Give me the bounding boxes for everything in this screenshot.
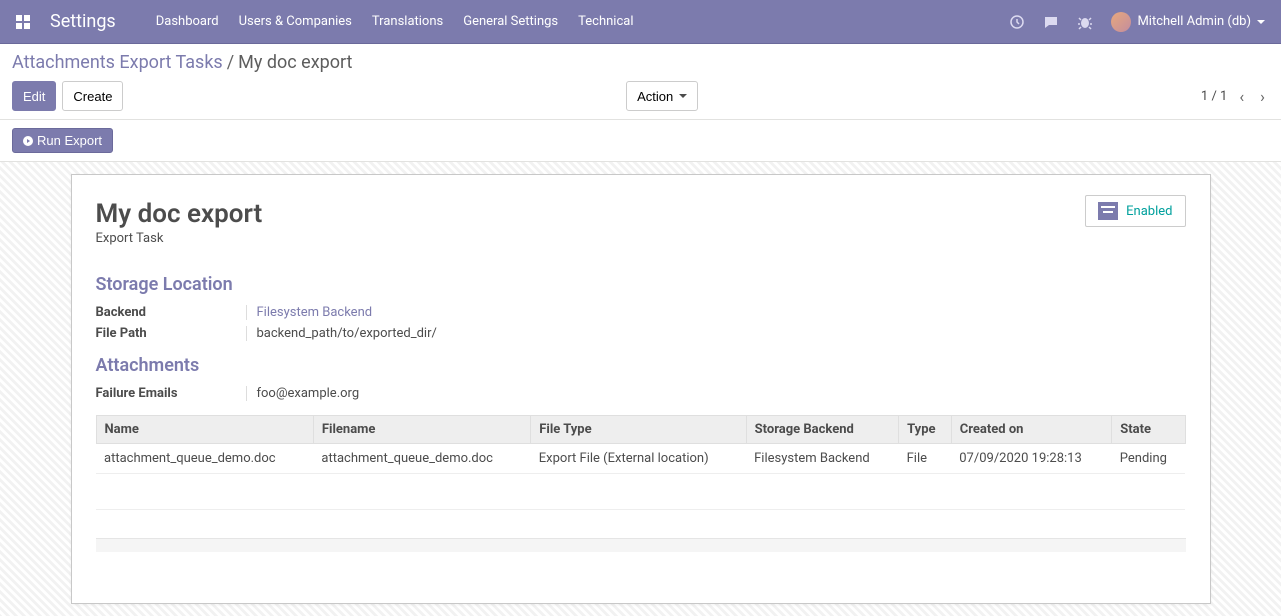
table-header-row: Name Filename File Type Storage Backend … xyxy=(96,416,1185,444)
col-state[interactable]: State xyxy=(1112,416,1185,444)
breadcrumb-separator: / xyxy=(227,52,234,73)
backend-value[interactable]: Filesystem Backend xyxy=(246,305,373,320)
filepath-value: backend_path/to/exported_dir/ xyxy=(246,326,437,341)
breadcrumb: Attachments Export Tasks / My doc export xyxy=(12,52,1269,73)
filepath-label: File Path xyxy=(96,326,246,341)
edit-button[interactable]: Edit xyxy=(12,81,56,111)
col-name[interactable]: Name xyxy=(96,416,313,444)
failure-emails-value: foo@example.org xyxy=(246,386,360,401)
nav-link-users-companies[interactable]: Users & Companies xyxy=(239,14,352,29)
nav-link-general-settings[interactable]: General Settings xyxy=(463,14,558,29)
run-export-label: Run Export xyxy=(37,133,102,148)
status-badge[interactable]: Enabled xyxy=(1085,195,1185,227)
attachments-table: Name Filename File Type Storage Backend … xyxy=(96,415,1186,510)
pager-next[interactable]: › xyxy=(1256,87,1269,106)
table-footer-bar xyxy=(96,538,1186,552)
failure-emails-label: Failure Emails xyxy=(96,386,246,401)
nav-right: Mitchell Admin (db) xyxy=(1009,12,1265,32)
nav-links: Dashboard Users & Companies Translations… xyxy=(156,14,634,29)
cell-name: attachment_queue_demo.doc xyxy=(96,444,313,474)
table-row[interactable]: attachment_queue_demo.doc attachment_que… xyxy=(96,444,1185,474)
status-bar: Run Export xyxy=(0,120,1281,162)
messaging-icon[interactable] xyxy=(1043,14,1059,30)
create-button[interactable]: Create xyxy=(62,81,123,111)
nav-link-dashboard[interactable]: Dashboard xyxy=(156,14,219,29)
cell-type: File xyxy=(899,444,952,474)
status-text: Enabled xyxy=(1126,204,1172,219)
cell-state: Pending xyxy=(1112,444,1185,474)
action-label: Action xyxy=(637,89,673,104)
col-created-on[interactable]: Created on xyxy=(951,416,1112,444)
avatar xyxy=(1111,12,1131,32)
col-filename[interactable]: Filename xyxy=(313,416,530,444)
record-title: My doc export xyxy=(96,199,1186,229)
col-file-type[interactable]: File Type xyxy=(531,416,746,444)
chevron-down-icon xyxy=(1257,20,1265,24)
nav-link-translations[interactable]: Translations xyxy=(372,14,443,29)
breadcrumb-current: My doc export xyxy=(238,52,352,73)
run-export-button[interactable]: Run Export xyxy=(12,128,113,153)
play-icon xyxy=(23,136,33,146)
chevron-down-icon xyxy=(679,94,687,98)
apps-icon[interactable] xyxy=(16,15,30,29)
nav-link-technical[interactable]: Technical xyxy=(578,14,633,29)
pager-prev[interactable]: ‹ xyxy=(1235,87,1248,106)
cell-file-type: Export File (External location) xyxy=(531,444,746,474)
action-dropdown[interactable]: Action xyxy=(626,81,698,111)
top-navbar: Settings Dashboard Users & Companies Tra… xyxy=(0,0,1281,44)
section-storage-location: Storage Location xyxy=(96,274,1186,295)
user-menu[interactable]: Mitchell Admin (db) xyxy=(1111,12,1265,32)
archive-icon xyxy=(1098,202,1118,220)
user-name: Mitchell Admin (db) xyxy=(1137,14,1251,29)
record-subtitle: Export Task xyxy=(96,231,1186,246)
col-storage-backend[interactable]: Storage Backend xyxy=(746,416,898,444)
backend-label: Backend xyxy=(96,305,246,320)
control-panel: Attachments Export Tasks / My doc export… xyxy=(0,44,1281,120)
section-attachments: Attachments xyxy=(96,355,1186,376)
cell-filename: attachment_queue_demo.doc xyxy=(313,444,530,474)
pager-text: 1 / 1 xyxy=(1201,89,1227,104)
debug-icon[interactable] xyxy=(1077,14,1093,30)
clock-icon[interactable] xyxy=(1009,14,1025,30)
cell-storage-backend: Filesystem Backend xyxy=(746,444,898,474)
cell-created-on: 07/09/2020 19:28:13 xyxy=(951,444,1112,474)
table-empty-row xyxy=(96,474,1185,510)
form-background: Enabled My doc export Export Task Storag… xyxy=(0,162,1281,616)
form-sheet: Enabled My doc export Export Task Storag… xyxy=(71,174,1211,604)
app-title[interactable]: Settings xyxy=(50,11,116,32)
breadcrumb-parent[interactable]: Attachments Export Tasks xyxy=(12,52,223,73)
col-type[interactable]: Type xyxy=(899,416,952,444)
